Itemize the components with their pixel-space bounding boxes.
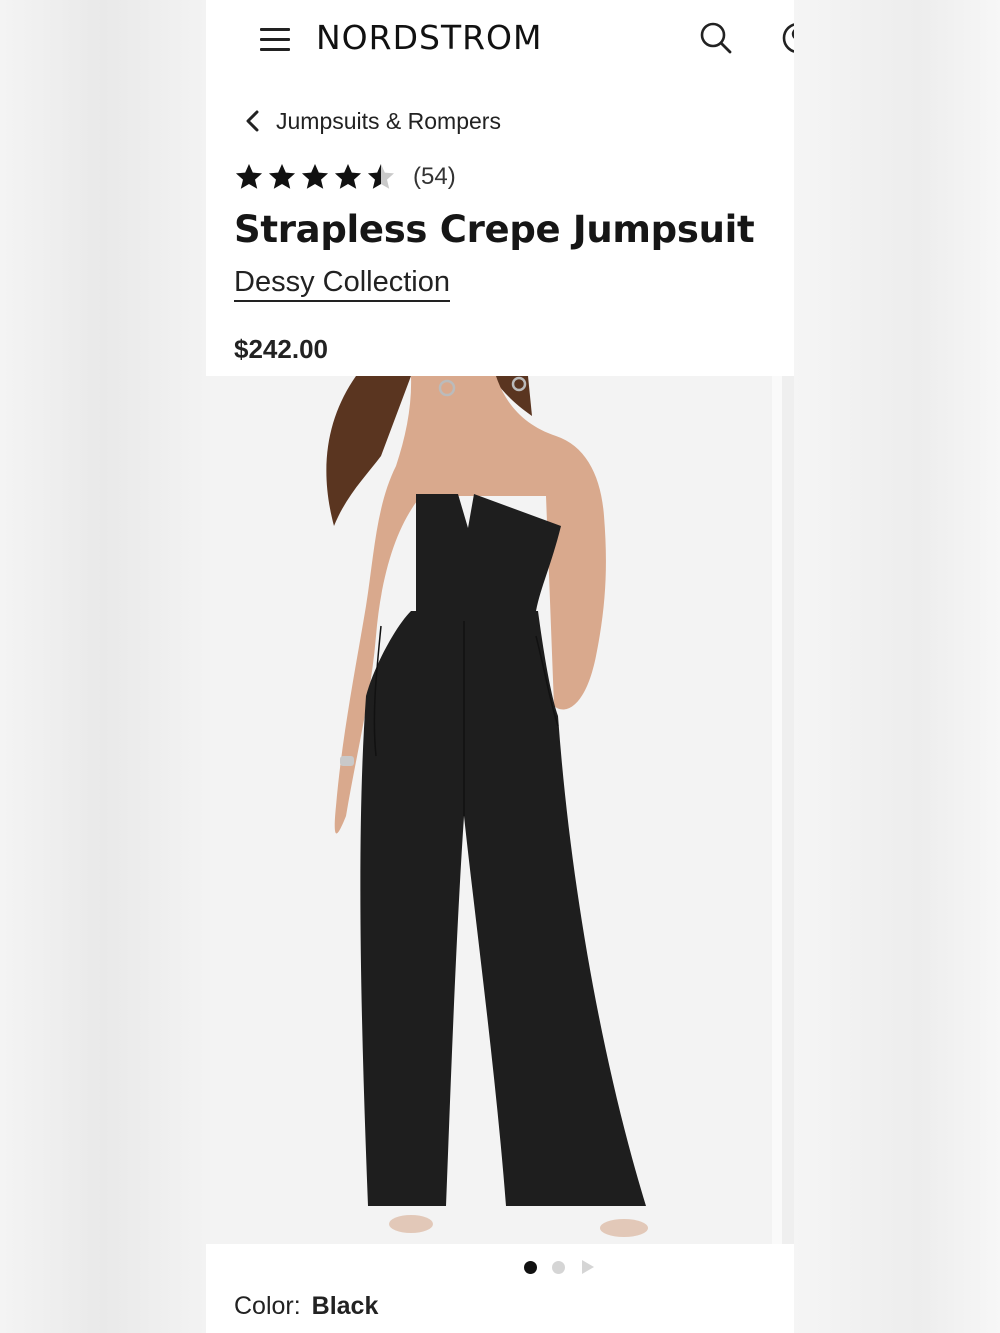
product-title: Strapless Crepe Jumpsuit [234, 208, 755, 251]
star-icon [236, 164, 262, 189]
color-value: Black [311, 1292, 379, 1320]
review-count[interactable]: (54) [413, 163, 456, 191]
carousel-indicator [524, 1258, 596, 1276]
search-icon[interactable] [698, 20, 734, 56]
carousel-next-icon[interactable] [580, 1258, 596, 1276]
breadcrumb[interactable]: Jumpsuits & Rompers [242, 106, 501, 136]
carousel-dot-1[interactable] [524, 1260, 537, 1274]
jumpsuit-model-image [206, 376, 772, 1244]
image-divider [772, 376, 782, 1244]
phone-screen: NORDSTROM Jumpsuits & Rompers (54) Strap… [206, 0, 794, 1333]
account-icon[interactable] [780, 20, 794, 56]
star-icon [368, 164, 394, 189]
nordstrom-logo[interactable]: NORDSTROM [316, 18, 542, 57]
next-image-peek[interactable] [782, 376, 794, 1244]
color-selection: Color: Black [234, 1292, 378, 1321]
chevron-left-icon [246, 110, 259, 132]
star-icon [269, 164, 295, 189]
rating[interactable]: (54) [234, 162, 456, 192]
left-backdrop [0, 0, 206, 1333]
product-image[interactable] [206, 376, 794, 1244]
star-icon [335, 164, 361, 189]
carousel-dot-2[interactable] [552, 1260, 565, 1274]
site-header: NORDSTROM [206, 0, 794, 80]
menu-icon[interactable] [260, 26, 290, 52]
color-label: Color: [234, 1292, 301, 1320]
star-icon [302, 164, 328, 189]
brand-link[interactable]: Dessy Collection [234, 266, 450, 302]
breadcrumb-label: Jumpsuits & Rompers [276, 107, 501, 134]
rating-stars [234, 162, 399, 192]
product-price: $242.00 [234, 334, 328, 364]
right-backdrop [794, 0, 1000, 1333]
